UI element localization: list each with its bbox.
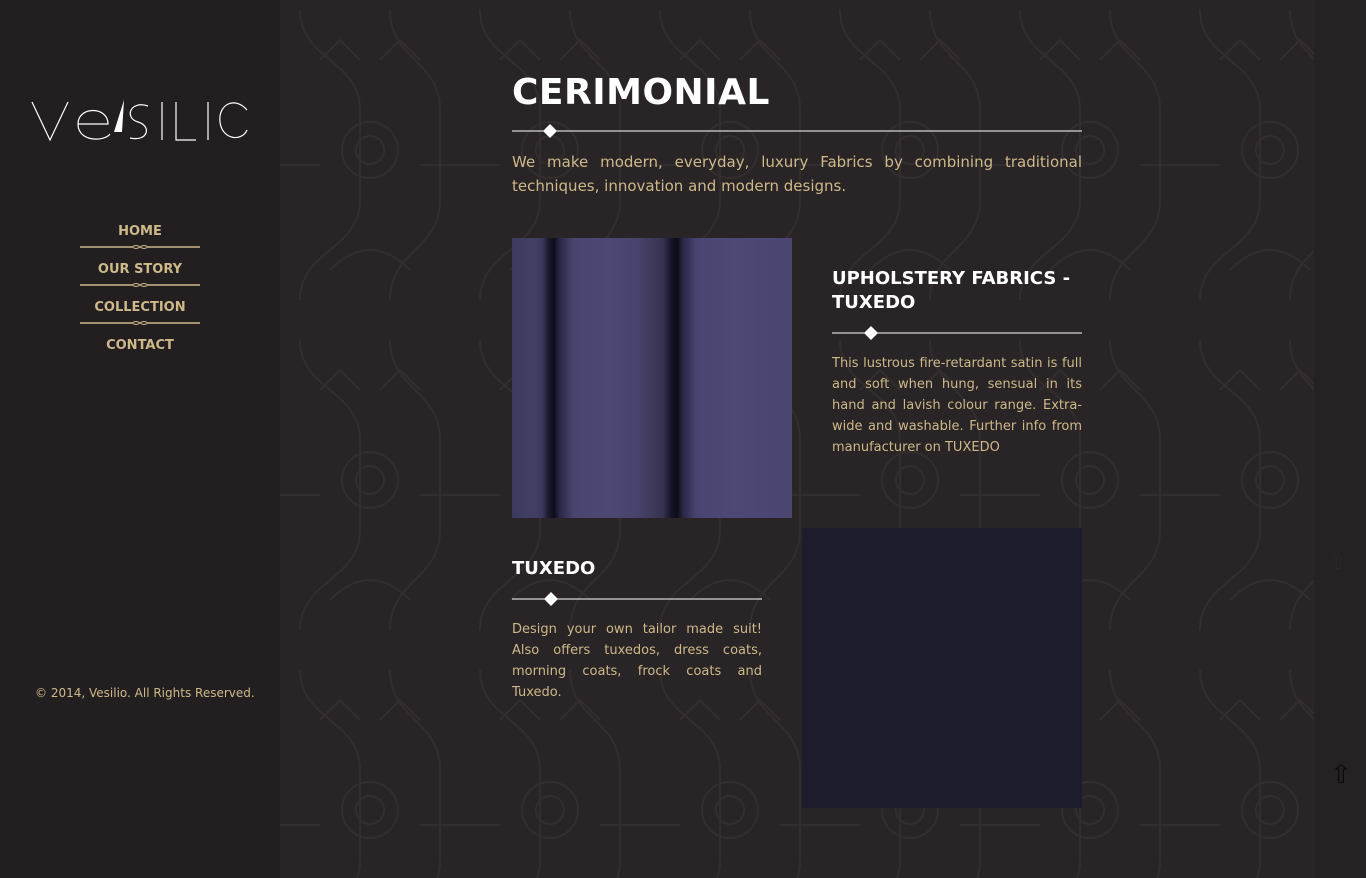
card-title: TUXEDO <box>512 558 596 579</box>
card-divider <box>512 592 762 606</box>
scroll-to-top-icon[interactable]: ⇧ <box>1330 760 1352 790</box>
card-text: This lustrous fire-retardant satin is fu… <box>832 356 1082 455</box>
copyright-text: © 2014, Vesilio. All Rights Reserved. <box>35 686 255 700</box>
card-text: Design your own tailor made suit! Also o… <box>512 622 762 700</box>
nav-item-contact[interactable]: CONTACT <box>80 334 200 372</box>
fabric-image-navy-wool[interactable] <box>802 528 1082 808</box>
ornament-divider-icon <box>80 245 200 249</box>
diamond-icon <box>864 326 878 340</box>
nav-item-label: OUR STORY <box>97 262 183 277</box>
diamond-icon <box>544 592 558 606</box>
nav-item-label: COLLECTION <box>94 300 186 315</box>
diamond-icon <box>543 124 557 138</box>
right-rail <box>1314 0 1366 878</box>
intro-text: We make modern, everyday, luxury Fabrics… <box>512 153 1082 195</box>
nav-item-label: CONTACT <box>106 338 174 353</box>
title-divider <box>512 124 1082 138</box>
fabric-image-purple-satin[interactable] <box>512 238 792 518</box>
ornament-divider-icon <box>80 283 200 287</box>
nav-item-label: HOME <box>118 224 162 239</box>
scroll-up-icon[interactable]: ⇧ <box>1330 550 1347 574</box>
nav-item-our-story[interactable]: OUR STORY <box>80 258 200 296</box>
card-divider <box>832 326 1082 340</box>
main-nav: HOME OUR STORY COLLECTION CONTACT <box>80 220 200 372</box>
card-title: UPHOLSTERY FABRICS - TUXEDO <box>832 268 1071 313</box>
ornament-divider-icon <box>80 321 200 325</box>
page-title: CERIMONIAL <box>512 72 770 113</box>
nav-item-home[interactable]: HOME <box>80 220 200 258</box>
sidebar: HOME OUR STORY COLLECTION CONTACT © 2014… <box>0 0 280 878</box>
nav-item-collection[interactable]: COLLECTION <box>80 296 200 334</box>
vesilio-logo[interactable] <box>30 96 250 146</box>
